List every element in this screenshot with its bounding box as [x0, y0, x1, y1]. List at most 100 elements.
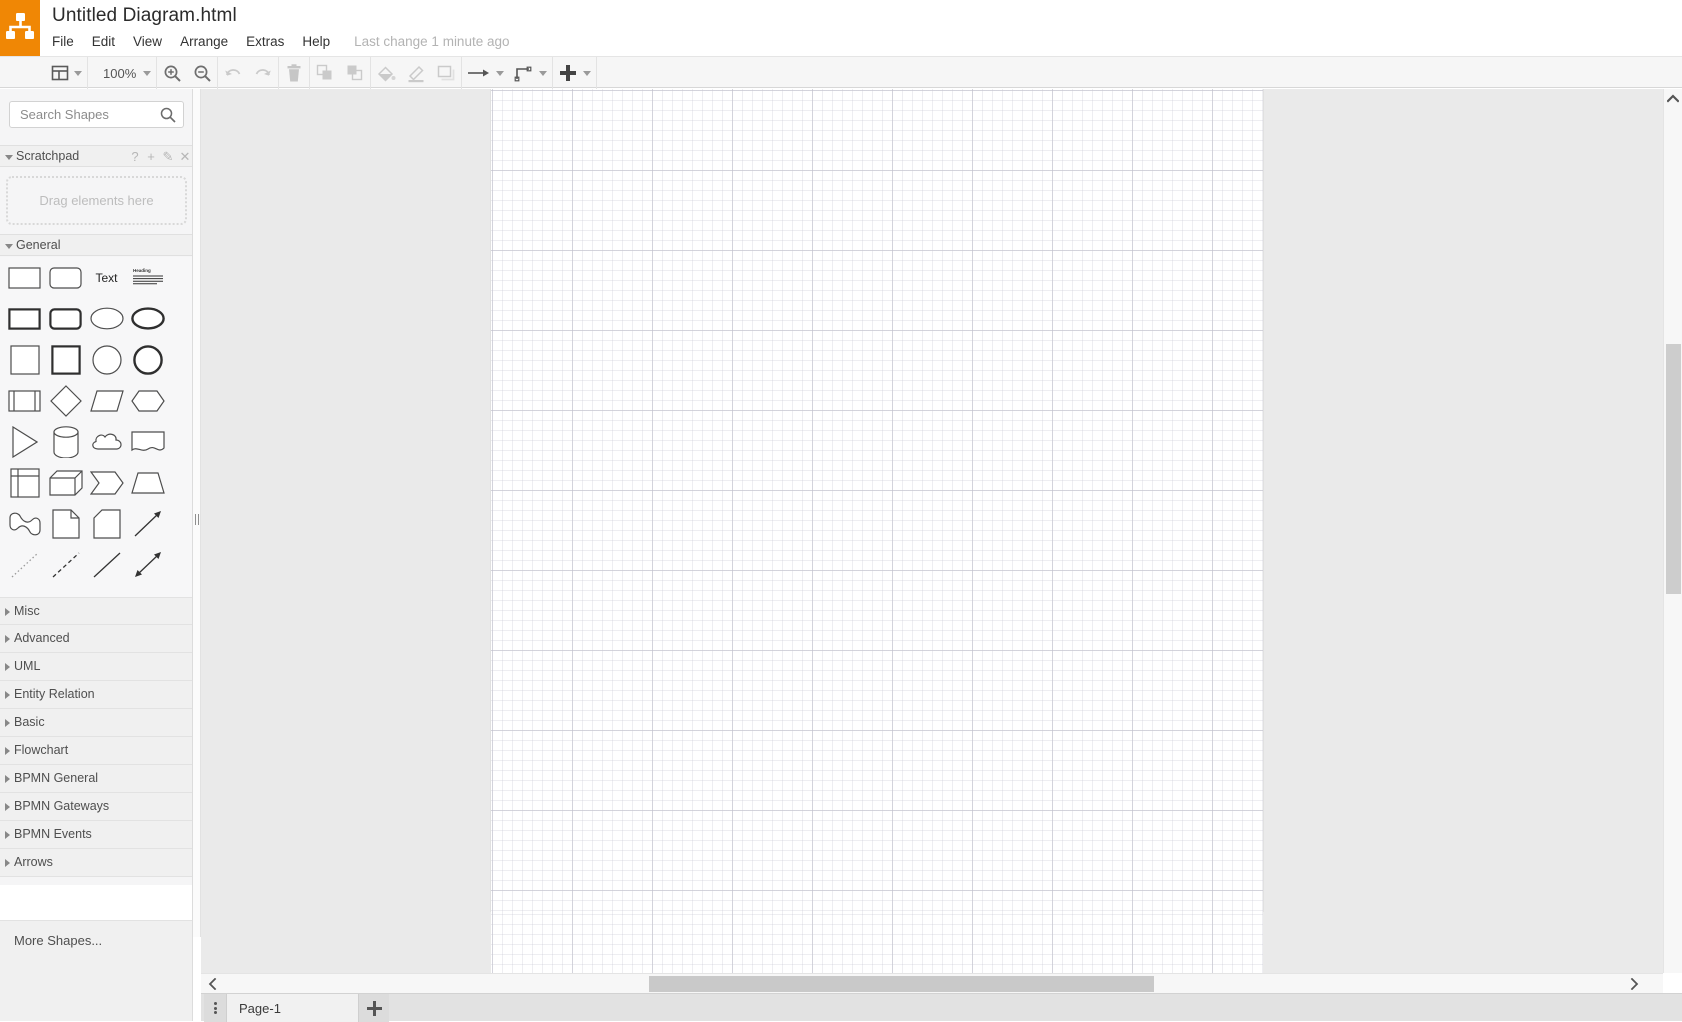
menu-help[interactable]: Help — [302, 32, 339, 51]
app-header: Untitled Diagram.html File Edit View Arr… — [0, 0, 1682, 56]
delete-button[interactable] — [279, 57, 309, 89]
shape-triangle[interactable] — [4, 421, 45, 462]
scratchpad-help-button[interactable]: ? — [128, 148, 142, 165]
triangle-icon — [12, 426, 38, 458]
undo-icon — [223, 64, 243, 82]
sidebar-category-bpmn-gateways[interactable]: BPMN Gateways — [0, 793, 193, 821]
line-icon — [91, 550, 123, 580]
shape-rectangle-bold[interactable] — [4, 298, 45, 339]
menu-edit[interactable]: Edit — [92, 32, 124, 51]
shape-circle[interactable] — [86, 339, 127, 380]
scratchpad-edit-button[interactable]: ✎ — [161, 148, 175, 165]
shape-rectangle[interactable] — [4, 257, 45, 298]
waypoints-button[interactable] — [509, 57, 552, 89]
shape-text-label: Text — [95, 271, 117, 285]
diagram-canvas[interactable] — [201, 89, 1663, 973]
shape-note[interactable] — [45, 503, 86, 544]
sidebar-category-advanced[interactable]: Advanced — [0, 625, 193, 653]
sidebar-category-misc[interactable]: Misc — [0, 597, 193, 625]
shape-tape[interactable] — [4, 503, 45, 544]
add-page-button[interactable] — [359, 994, 389, 1022]
sidebar-splitter[interactable] — [193, 89, 201, 937]
general-section-header[interactable]: General — [0, 234, 193, 256]
menu-extras[interactable]: Extras — [246, 32, 293, 51]
more-shapes-label: More Shapes... — [14, 933, 102, 948]
shape-cloud[interactable] — [86, 421, 127, 462]
view-layout-button[interactable] — [46, 57, 87, 89]
redo-button[interactable] — [248, 57, 278, 89]
scratchpad-dropzone[interactable]: Drag elements here — [6, 176, 187, 225]
shape-internal-storage[interactable] — [4, 462, 45, 503]
insert-button[interactable] — [553, 57, 596, 89]
shape-directional-connector[interactable] — [127, 503, 168, 544]
search-input[interactable] — [18, 102, 158, 127]
waypoints-icon — [514, 64, 534, 82]
sidebar-category-bpmn-general[interactable]: BPMN General — [0, 765, 193, 793]
scratchpad-header[interactable]: Scratchpad ? + ✎ ✕ — [0, 145, 193, 167]
shape-line[interactable] — [86, 544, 127, 585]
canvas-page[interactable] — [491, 89, 1263, 911]
shape-step[interactable] — [86, 462, 127, 503]
menu-arrange[interactable]: Arrange — [180, 32, 237, 51]
fill-color-button[interactable] — [371, 57, 401, 89]
shape-bidirectional-connector[interactable] — [127, 544, 168, 585]
canvas-page-overflow[interactable] — [491, 911, 1263, 973]
toolbar-group-connections — [462, 57, 553, 89]
sidebar-category-uml[interactable]: UML — [0, 653, 193, 681]
shape-hexagon[interactable] — [127, 380, 168, 421]
shape-dashed-line[interactable] — [45, 544, 86, 585]
page-menu-button[interactable] — [204, 994, 227, 1022]
shape-diamond[interactable] — [45, 380, 86, 421]
horizontal-scrollbar-thumb[interactable] — [649, 976, 1154, 992]
shape-document[interactable] — [127, 421, 168, 462]
scroll-up-button[interactable] — [1664, 89, 1682, 107]
shape-dotted-line[interactable] — [4, 544, 45, 585]
shape-rounded-rectangle-bold[interactable] — [45, 298, 86, 339]
shape-cylinder[interactable] — [45, 421, 86, 462]
search-icon[interactable] — [159, 106, 177, 124]
connection-button[interactable] — [462, 57, 509, 89]
shape-ellipse[interactable] — [86, 298, 127, 339]
sidebar-category-entity-relation[interactable]: Entity Relation — [0, 681, 193, 709]
sidebar-category-basic[interactable]: Basic — [0, 709, 193, 737]
shape-ellipse-bold[interactable] — [127, 298, 168, 339]
line-color-button[interactable] — [401, 57, 431, 89]
sidebar-category-arrows[interactable]: Arrows — [0, 849, 193, 877]
chevron-down-icon — [5, 155, 13, 160]
menu-file[interactable]: File — [52, 32, 83, 51]
page-tab-page-1[interactable]: Page-1 — [227, 994, 359, 1022]
chevron-down-icon — [539, 71, 547, 76]
cloud-icon — [90, 431, 124, 453]
scroll-right-button[interactable] — [1625, 975, 1643, 993]
vertical-scrollbar[interactable] — [1663, 89, 1682, 973]
menu-view[interactable]: View — [133, 32, 171, 51]
scratchpad-close-button[interactable]: ✕ — [178, 148, 192, 165]
zoom-in-button[interactable] — [157, 57, 187, 89]
shape-rounded-rectangle[interactable] — [45, 257, 86, 298]
undo-button[interactable] — [218, 57, 248, 89]
shape-parallelogram[interactable] — [86, 380, 127, 421]
horizontal-scrollbar[interactable] — [201, 973, 1663, 993]
shape-square-bold[interactable] — [45, 339, 86, 380]
chevron-down-icon — [5, 244, 13, 249]
sidebar-category-bpmn-events[interactable]: BPMN Events — [0, 821, 193, 849]
scroll-left-button[interactable] — [203, 975, 221, 993]
ellipse-icon — [90, 307, 124, 330]
shadow-button[interactable] — [431, 57, 461, 89]
scratchpad-add-button[interactable]: + — [144, 148, 158, 165]
shape-process[interactable] — [4, 380, 45, 421]
shape-text[interactable]: Text — [86, 257, 127, 298]
shape-cube[interactable] — [45, 462, 86, 503]
vertical-scrollbar-thumb[interactable] — [1666, 344, 1681, 594]
shape-card[interactable] — [86, 503, 127, 544]
shape-circle-bold[interactable] — [127, 339, 168, 380]
to-back-button[interactable] — [340, 57, 370, 89]
sidebar-category-flowchart[interactable]: Flowchart — [0, 737, 193, 765]
more-shapes-footer[interactable]: More Shapes... — [0, 921, 193, 1021]
shape-square[interactable] — [4, 339, 45, 380]
zoom-level-button[interactable]: 100% — [88, 57, 156, 89]
shape-trapezoid[interactable] — [127, 462, 168, 503]
zoom-out-button[interactable] — [187, 57, 217, 89]
shape-textbox[interactable]: Heading — [127, 257, 168, 298]
to-front-button[interactable] — [310, 57, 340, 89]
